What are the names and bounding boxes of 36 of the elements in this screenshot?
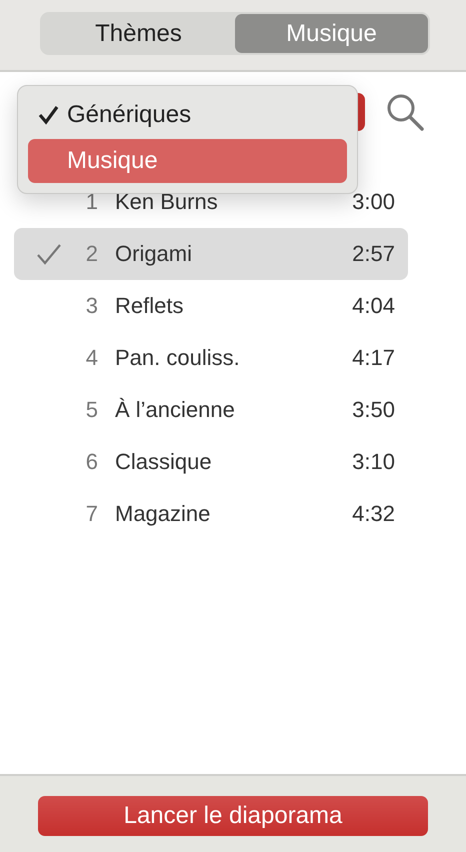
- track-duration: 3:50: [352, 397, 395, 423]
- track-name: Magazine: [115, 501, 212, 527]
- track-name: Classique: [115, 449, 213, 475]
- track-row[interactable]: 4 Pan. couliss. 4:17: [14, 332, 408, 384]
- checkmark-icon: [38, 105, 59, 125]
- tab[interactable]: Thèmes: [42, 14, 235, 53]
- track-name: Ken Burns: [115, 189, 219, 215]
- track-number: 6: [84, 449, 98, 475]
- track-number: 1: [84, 189, 98, 215]
- track-duration: 3:00: [352, 189, 395, 215]
- track-name: À l’ancienne: [115, 397, 236, 423]
- track-number: 2: [84, 241, 98, 267]
- track-row[interactable]: 3 Reflets 4:04: [14, 280, 408, 332]
- menu-item-label: Musique: [67, 147, 158, 175]
- track-duration: 4:32: [352, 501, 395, 527]
- track-number: 4: [84, 345, 98, 371]
- track-duration: 4:17: [352, 345, 395, 371]
- track-row[interactable]: 5 À l’ancienne 3:50: [14, 384, 408, 436]
- track-row[interactable]: 7 Magazine 4:32: [14, 488, 408, 540]
- track-number: 7: [84, 501, 98, 527]
- track-row[interactable]: 6 Classique 3:10: [14, 436, 408, 488]
- track-name: Origami: [115, 241, 194, 267]
- track-name: Reflets: [115, 293, 184, 319]
- track-duration: 3:10: [352, 449, 395, 475]
- checkmark-icon[interactable]: [36, 243, 62, 265]
- track-number: 5: [84, 397, 98, 423]
- track-row[interactable]: 2 Origami 2:57: [14, 228, 408, 280]
- track-name: Pan. couliss.: [115, 345, 241, 371]
- search-icon[interactable]: [385, 92, 425, 132]
- menu-item[interactable]: Génériques: [28, 93, 347, 137]
- menu-item-label: Génériques: [67, 101, 192, 129]
- track-number: 3: [84, 293, 98, 319]
- menu-item[interactable]: Musique: [28, 139, 347, 183]
- track-duration: 4:04: [352, 293, 395, 319]
- track-duration: 2:57: [352, 241, 395, 267]
- start-slideshow-button[interactable]: Lancer le diaporama: [38, 796, 428, 836]
